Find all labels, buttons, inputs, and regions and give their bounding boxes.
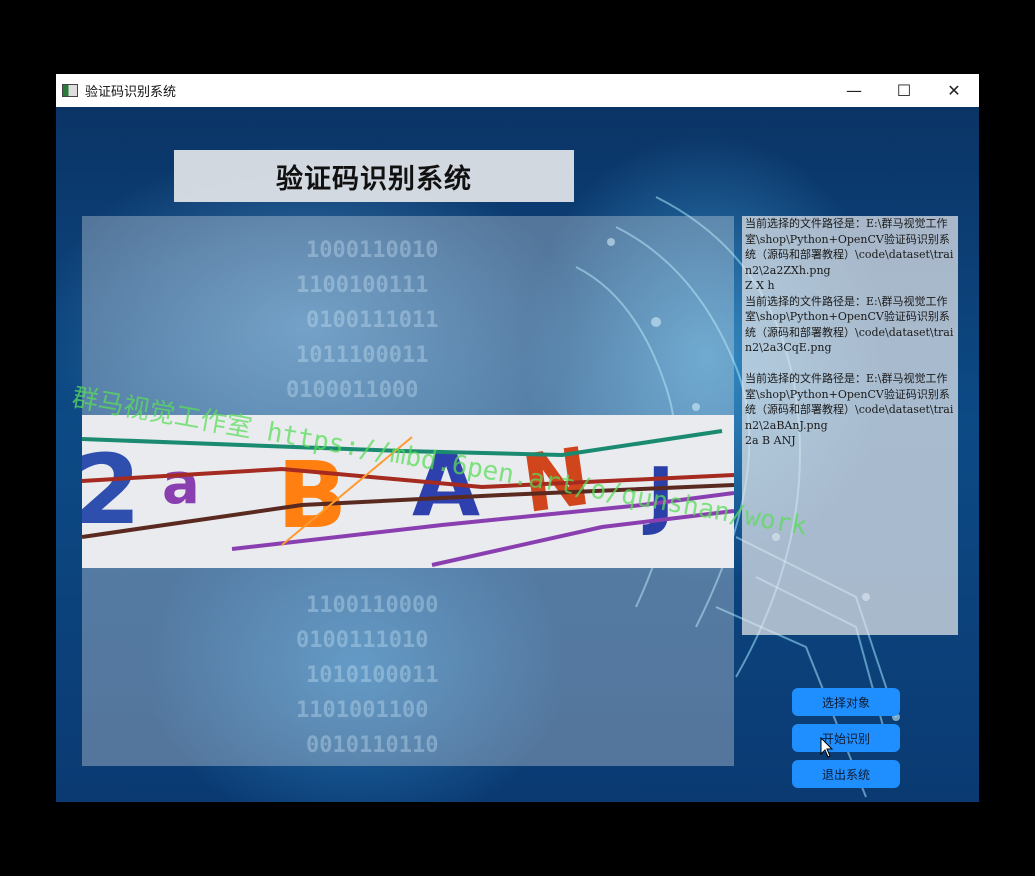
window-title: 验证码识别系统 (85, 85, 177, 100)
log-line: Z X h (745, 279, 775, 292)
log-line: 2a B ANJ (745, 434, 796, 447)
select-object-button[interactable]: 选择对象 (792, 688, 900, 716)
app-window: 验证码识别系统 — ☐ ✕ 1000110010 1100100111 0100… (56, 74, 979, 802)
title-bar[interactable]: 验证码识别系统 — ☐ ✕ (56, 74, 979, 107)
exit-system-button[interactable]: 退出系统 (792, 760, 900, 788)
page-title: 验证码识别系统 (276, 163, 472, 195)
client-area: 1000110010 1100100111 0100111011 1011100… (56, 107, 979, 802)
log-line: 当前选择的文件路径是：E:\群马视觉工作室\shop\Python+OpenCV… (745, 372, 954, 432)
minimize-icon[interactable]: — (829, 74, 879, 107)
mouse-cursor-icon (820, 737, 834, 758)
captcha-char: a (162, 452, 200, 517)
log-line: 当前选择的文件路径是：E:\群马视觉工作室\shop\Python+OpenCV… (745, 217, 954, 277)
app-icon (62, 84, 78, 97)
close-icon[interactable]: ✕ (929, 74, 979, 107)
log-line: 当前选择的文件路径是：E:\群马视觉工作室\shop\Python+OpenCV… (745, 294, 954, 355)
log-line (742, 356, 958, 372)
window-controls: — ☐ ✕ (829, 74, 979, 107)
log-output-panel[interactable]: 当前选择的文件路径是：E:\群马视觉工作室\shop\Python+OpenCV… (742, 216, 958, 635)
header-banner: 验证码识别系统 (174, 150, 574, 202)
start-recognition-button[interactable]: 开始识别 (792, 724, 900, 752)
maximize-icon[interactable]: ☐ (879, 74, 929, 107)
